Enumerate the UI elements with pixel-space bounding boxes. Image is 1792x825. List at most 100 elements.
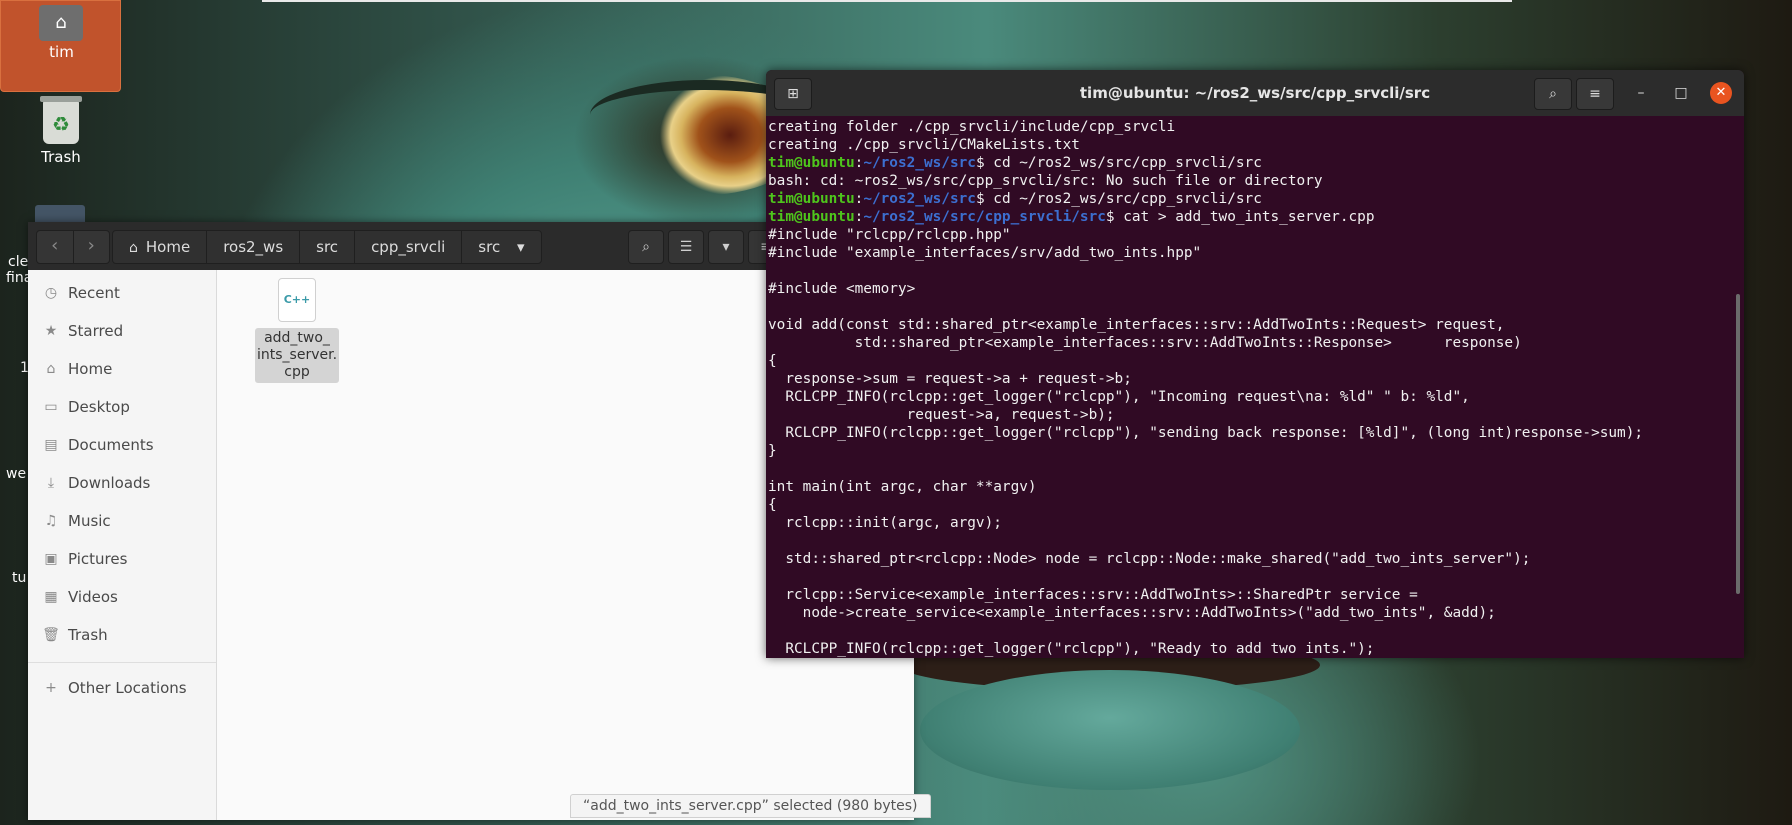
terminal-line: {: [768, 353, 777, 369]
sidebar-item-desktop[interactable]: ▭ Desktop: [28, 388, 216, 426]
desktop-trash-label: Trash: [41, 148, 81, 166]
list-view-icon: ☰: [679, 239, 693, 255]
music-icon: ♫: [44, 513, 58, 529]
terminal-line: int main(int argc, char **argv): [768, 479, 1037, 495]
terminal-line: response->sum = request->a + request->b;: [768, 371, 1132, 387]
terminal-line: tim@ubuntu:~/ros2_ws/src/cpp_srvcli/src$…: [768, 208, 1730, 226]
sidebar-item-label: Recent: [68, 284, 120, 302]
terminal-line: RCLCPP_INFO(rclcpp::get_logger("rclcpp")…: [768, 641, 1375, 657]
prompt-user: tim@ubuntu: [768, 191, 855, 207]
view-list-button[interactable]: ☰: [668, 230, 704, 264]
close-button[interactable]: ✕: [1710, 82, 1732, 104]
terminal-line: #include <memory>: [768, 281, 916, 297]
trash-bin-icon: ♻: [40, 96, 82, 144]
prompt-command: $ cd ~/ros2_ws/src/cpp_srvcli/src: [975, 191, 1262, 207]
terminal-line: void add(const std::shared_ptr<example_i…: [768, 317, 1505, 333]
prompt-colon: :: [854, 191, 864, 207]
wallpaper-lip: [920, 670, 1300, 790]
terminal-line: request->a, request->b);: [768, 407, 1115, 423]
sidebar-item-label: Documents: [68, 436, 154, 454]
sidebar-item-label: Home: [68, 360, 113, 378]
desktop-trash[interactable]: ♻ Trash: [22, 96, 100, 166]
prompt-colon: :: [854, 209, 864, 225]
sidebar-item-home[interactable]: ⌂ Home: [28, 350, 216, 388]
home-icon: ⌂: [129, 240, 138, 256]
pictures-icon: ▣: [44, 551, 58, 567]
file-item-add-two-ints-server[interactable]: C++ add_two_ ints_server. cpp: [255, 278, 339, 383]
terminal-scrollbar[interactable]: [1736, 294, 1740, 594]
prompt-command: $ cd ~/ros2_ws/src/cpp_srvcli/src: [975, 155, 1262, 171]
sidebar-item-label: Downloads: [68, 474, 151, 492]
maximize-button[interactable]: □: [1670, 82, 1692, 104]
hamburger-icon: ≡: [1589, 86, 1601, 102]
clock-icon: ◷: [44, 285, 58, 301]
terminal-line: #include "example_interfaces/srv/add_two…: [768, 245, 1202, 261]
terminal-line: tim@ubuntu:~/ros2_ws/src$ cd ~/ros2_ws/s…: [768, 154, 1730, 172]
sidebar-item-starred[interactable]: ★ Starred: [28, 312, 216, 350]
prompt-path: ~/ros2_ws/src/cpp_srvcli/src: [863, 209, 1106, 225]
forward-button[interactable]: ›: [74, 231, 110, 263]
terminal-line: bash: cd: ~ros2_ws/src/cpp_srvcli/src: N…: [768, 173, 1323, 189]
sidebar-item-label: Videos: [68, 588, 118, 606]
minimize-button[interactable]: –: [1630, 82, 1652, 104]
desktop-peek-label[interactable]: cle: [8, 254, 28, 270]
sidebar-item-label: Desktop: [68, 398, 130, 416]
breadcrumb-label: Home: [145, 238, 191, 256]
prompt-command: $ cat > add_two_ints_server.cpp: [1105, 209, 1375, 225]
sidebar-item-label: Trash: [68, 626, 108, 644]
sidebar-item-label: Other Locations: [68, 679, 187, 697]
search-button[interactable]: ⌕: [628, 230, 664, 264]
terminal-header: ⊞ tim@ubuntu: ~/ros2_ws/src/cpp_srvcli/s…: [766, 70, 1744, 116]
nav-buttons: ‹ ›: [36, 230, 110, 264]
sidebar-item-pictures[interactable]: ▣ Pictures: [28, 540, 216, 578]
view-options-button[interactable]: ▾: [708, 230, 744, 264]
sidebar-item-documents[interactable]: ▤ Documents: [28, 426, 216, 464]
terminal-line: {: [768, 497, 777, 513]
desktop-home-icon-tile[interactable]: ⌂ tim: [0, 0, 121, 92]
download-icon: ⤓: [47, 475, 55, 491]
breadcrumb-label: src: [478, 238, 501, 256]
prompt-colon: :: [854, 155, 864, 171]
terminal-line: tim@ubuntu:~/ros2_ws/src$ cd ~/ros2_ws/s…: [768, 190, 1730, 208]
desktop-peek-label[interactable]: we: [6, 466, 26, 482]
terminal-line: rclcpp::init(argc, argv);: [768, 515, 1002, 531]
selection-status-bar: “add_two_ints_server.cpp” selected (980 …: [570, 794, 931, 818]
terminal-menu-button[interactable]: ≡: [1576, 78, 1614, 110]
terminal-search-button[interactable]: ⌕: [1534, 78, 1572, 110]
prompt-user: tim@ubuntu: [768, 155, 855, 171]
sidebar-item-music[interactable]: ♫ Music: [28, 502, 216, 540]
plus-icon: +: [45, 680, 57, 696]
breadcrumb-cpp-srvcli[interactable]: cpp_srvcli: [355, 231, 463, 263]
terminal-line: RCLCPP_INFO(rclcpp::get_logger("rclcpp")…: [768, 389, 1470, 405]
sidebar-item-label: Pictures: [68, 550, 128, 568]
home-folder-icon: ⌂: [39, 5, 83, 41]
sidebar-item-videos[interactable]: ▦ Videos: [28, 578, 216, 616]
terminal-line: rclcpp::Service<example_interfaces::srv:…: [768, 587, 1418, 603]
breadcrumb-home[interactable]: ⌂ Home: [113, 231, 208, 263]
prompt-path: ~/ros2_ws/src: [863, 191, 976, 207]
breadcrumb-ros2-ws[interactable]: ros2_ws: [207, 231, 301, 263]
sidebar-item-recent[interactable]: ◷ Recent: [28, 274, 216, 312]
file-name-label: add_two_ ints_server. cpp: [255, 328, 339, 383]
minimize-icon: –: [1637, 85, 1645, 101]
breadcrumb-src-current[interactable]: src ▾: [462, 231, 540, 263]
sidebar-item-other-locations[interactable]: + Other Locations: [28, 669, 216, 707]
sidebar-item-label: Music: [68, 512, 111, 530]
terminal-output[interactable]: creating folder ./cpp_srvcli/include/cpp…: [768, 116, 1730, 658]
sidebar-item-trash[interactable]: 🗑 Trash: [28, 616, 216, 654]
back-button[interactable]: ‹: [37, 231, 74, 263]
terminal-line: }: [768, 443, 777, 459]
desktop-peek-label[interactable]: tu: [12, 570, 26, 586]
breadcrumb: ⌂ Home ros2_ws src cpp_srvcli src ▾: [112, 230, 542, 264]
maximize-icon: □: [1674, 85, 1688, 101]
sidebar-item-downloads[interactable]: ⤓ Downloads: [28, 464, 216, 502]
search-icon: ⌕: [1549, 86, 1557, 102]
breadcrumb-src[interactable]: src: [300, 231, 356, 263]
close-icon: ✕: [1715, 85, 1727, 100]
chevron-down-icon: ▾: [722, 239, 730, 255]
desktop-home-label: tim: [49, 43, 74, 61]
videos-icon: ▦: [44, 589, 58, 605]
